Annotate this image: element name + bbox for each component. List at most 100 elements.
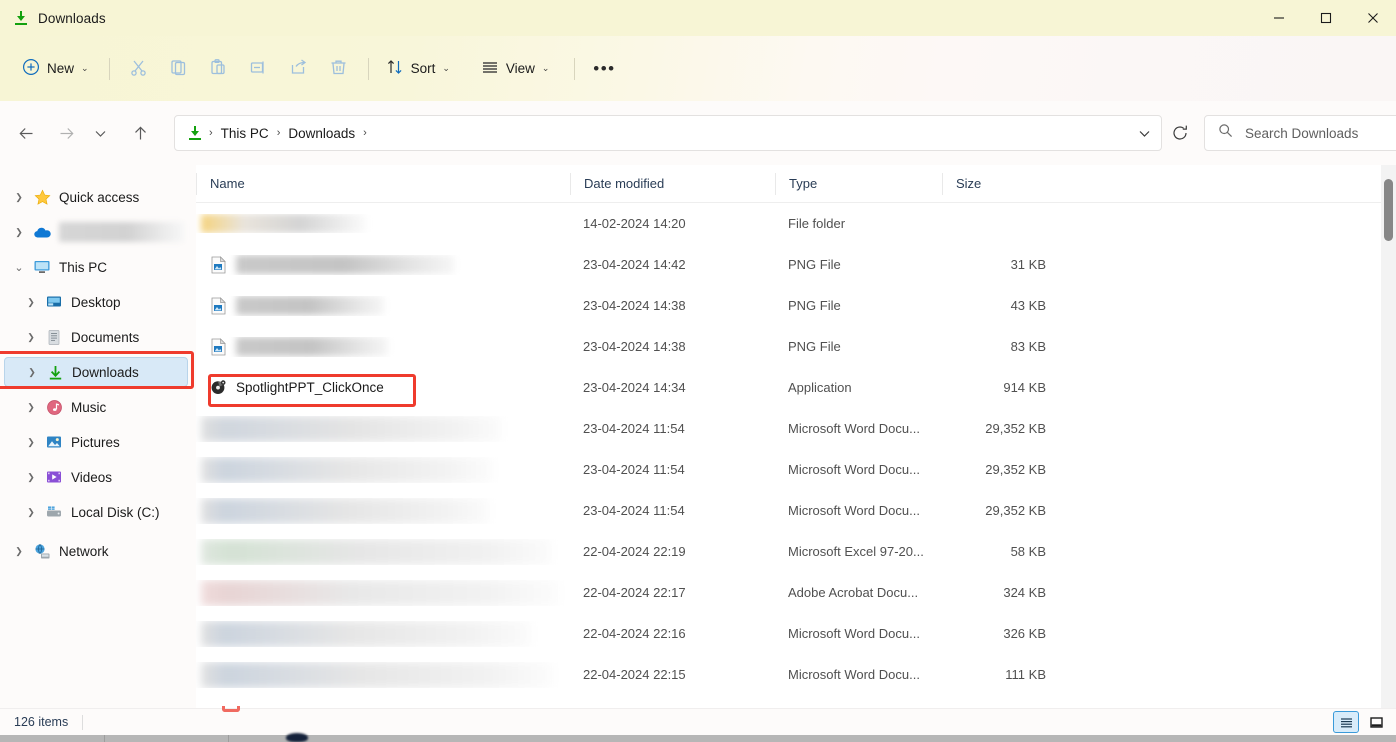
- table-row[interactable]: 23-04-2024 11:54 Microsoft Word Docu... …: [196, 449, 1396, 490]
- sidebar-item-downloads[interactable]: ❯ Downloads: [4, 357, 188, 387]
- search-input[interactable]: [1245, 125, 1396, 141]
- file-name-cell[interactable]: [196, 538, 570, 565]
- sidebar-item-quick-access[interactable]: ❯ Quick access: [4, 182, 188, 212]
- sidebar-item-music[interactable]: ❯ Music: [4, 392, 188, 422]
- address-bar[interactable]: › This PC › Downloads ›: [174, 115, 1162, 151]
- file-name-redacted: [236, 296, 384, 315]
- copy-button[interactable]: [159, 52, 199, 86]
- more-options-button[interactable]: •••: [584, 52, 624, 86]
- delete-button[interactable]: [319, 52, 359, 86]
- plus-circle-icon: [22, 58, 40, 79]
- file-name-cell[interactable]: [196, 497, 570, 524]
- sort-arrows-icon: [386, 58, 404, 79]
- file-name-cell[interactable]: SpotlightPPT_ClickOnce: [196, 378, 570, 398]
- chevron-right-icon[interactable]: ❯: [8, 192, 30, 203]
- cut-button[interactable]: [119, 52, 159, 86]
- rename-button[interactable]: [239, 52, 279, 86]
- file-name-cell[interactable]: [196, 579, 570, 606]
- sidebar-item-this-pc[interactable]: ⌄ This PC: [4, 252, 188, 282]
- sort-button[interactable]: Sort ⌄: [378, 52, 461, 86]
- status-bar: 126 items: [0, 708, 1396, 735]
- chevron-right-icon[interactable]: ❯: [20, 437, 42, 448]
- chevron-right-icon[interactable]: ❯: [20, 507, 42, 518]
- forward-button[interactable]: [48, 116, 84, 150]
- table-row[interactable]: 23-04-2024 14:38 PNG File 83 KB: [196, 326, 1396, 367]
- breadcrumb-item-downloads[interactable]: Downloads: [282, 126, 361, 141]
- file-name-redacted: [201, 661, 553, 688]
- sidebar-item-pictures[interactable]: ❯ Pictures: [4, 427, 188, 457]
- download-arrow-icon: [187, 125, 203, 141]
- chevron-right-icon[interactable]: ❯: [20, 297, 42, 308]
- minimize-button[interactable]: [1255, 0, 1302, 36]
- sidebar-item-videos[interactable]: ❯ Videos: [4, 462, 188, 492]
- sidebar-item-desktop[interactable]: ❯ Desktop: [4, 287, 188, 317]
- chevron-right-icon[interactable]: ❯: [21, 367, 43, 378]
- file-name-cell[interactable]: [196, 456, 570, 483]
- file-name-cell[interactable]: [196, 255, 570, 275]
- chevron-right-icon[interactable]: ❯: [20, 402, 42, 413]
- table-row[interactable]: 14-02-2024 14:20 File folder: [196, 203, 1396, 244]
- onedrive-cloud-icon: [30, 222, 54, 242]
- column-header-date-modified[interactable]: Date modified: [570, 172, 775, 195]
- file-type-cell: PNG File: [788, 298, 841, 313]
- file-name-cell[interactable]: [196, 337, 570, 357]
- back-button[interactable]: [8, 116, 44, 150]
- file-date-cell: 22-04-2024 22:19: [583, 544, 686, 559]
- file-name-cell[interactable]: [196, 296, 570, 316]
- file-name-cell[interactable]: [196, 620, 570, 647]
- file-name-redacted: [236, 337, 388, 356]
- file-row-spotlightppt[interactable]: SpotlightPPT_ClickOnce 23-04-2024 14:34 …: [196, 367, 1396, 408]
- column-header-size[interactable]: Size: [942, 172, 1057, 195]
- file-type-cell: File folder: [788, 216, 846, 231]
- file-name-redacted: [201, 579, 559, 606]
- sidebar-item-network[interactable]: ❯ Network: [4, 536, 188, 566]
- recent-locations-button[interactable]: [86, 116, 114, 150]
- breadcrumb-dropdown-button[interactable]: [1127, 116, 1161, 150]
- sidebar-item-onedrive[interactable]: ❯: [4, 217, 188, 247]
- download-arrow-icon: [43, 362, 67, 382]
- column-header-type[interactable]: Type: [775, 172, 942, 195]
- table-row[interactable]: 23-04-2024 14:42 PNG File 31 KB: [196, 244, 1396, 285]
- file-date-cell: 23-04-2024 14:42: [583, 257, 686, 272]
- close-button[interactable]: [1349, 0, 1396, 36]
- share-button[interactable]: [279, 52, 319, 86]
- chevron-right-icon[interactable]: ❯: [8, 546, 30, 557]
- table-row[interactable]: 23-04-2024 11:54 Microsoft Word Docu... …: [196, 490, 1396, 531]
- file-name-cell[interactable]: [196, 661, 570, 688]
- preview-pane-button[interactable]: [1363, 711, 1389, 733]
- maximize-button[interactable]: [1302, 0, 1349, 36]
- sidebar-item-local-disk-c[interactable]: ❯ Local Disk (C:): [4, 497, 188, 527]
- view-button[interactable]: View ⌄: [473, 52, 561, 86]
- table-row[interactable]: 22-04-2024 22:19 Microsoft Excel 97-20..…: [196, 531, 1396, 572]
- sidebar-item-label: Downloads: [72, 364, 139, 380]
- details-view-button[interactable]: [1333, 711, 1359, 733]
- scrollbar-thumb[interactable]: [1384, 179, 1393, 241]
- chevron-right-icon[interactable]: ❯: [20, 472, 42, 483]
- file-list-pane[interactable]: Name Date modified Type Size 14-02-2024 …: [196, 165, 1396, 708]
- file-name-cell[interactable]: [196, 415, 570, 442]
- search-box[interactable]: [1204, 115, 1396, 151]
- file-name-cell[interactable]: [196, 214, 570, 233]
- table-row[interactable]: 23-04-2024 14:38 PNG File 43 KB: [196, 285, 1396, 326]
- table-row[interactable]: 23-04-2024 11:54 Microsoft Word Docu... …: [196, 408, 1396, 449]
- chevron-right-icon[interactable]: ❯: [8, 227, 30, 238]
- paste-button[interactable]: [199, 52, 239, 86]
- sidebar-item-documents[interactable]: ❯ Documents: [4, 322, 188, 352]
- vertical-scrollbar[interactable]: [1381, 165, 1396, 708]
- chevron-right-icon[interactable]: ❯: [20, 332, 42, 343]
- refresh-button[interactable]: [1162, 116, 1198, 150]
- navigation-sidebar[interactable]: ❯ Quick access ❯ ⌄ This PC ❯ Desktop ❯ D…: [0, 165, 196, 708]
- clickonce-app-icon: [209, 378, 227, 398]
- sidebar-item-label: Local Disk (C:): [71, 504, 160, 520]
- table-row[interactable]: 22-04-2024 22:15 Microsoft Word Docu... …: [196, 654, 1396, 695]
- column-header-name[interactable]: Name: [196, 172, 570, 195]
- file-date-cell: 23-04-2024 14:34: [583, 380, 686, 395]
- table-row[interactable]: 22-04-2024 22:17 Adobe Acrobat Docu... 3…: [196, 572, 1396, 613]
- chevron-down-icon[interactable]: ⌄: [8, 261, 30, 274]
- star-icon: [30, 187, 54, 207]
- up-button[interactable]: [122, 116, 158, 150]
- table-row[interactable]: 22-04-2024 22:16 Microsoft Word Docu... …: [196, 613, 1396, 654]
- breadcrumb-item-this-pc[interactable]: This PC: [215, 126, 275, 141]
- sidebar-item-label: Quick access: [59, 189, 140, 205]
- new-button[interactable]: New ⌄: [14, 52, 100, 86]
